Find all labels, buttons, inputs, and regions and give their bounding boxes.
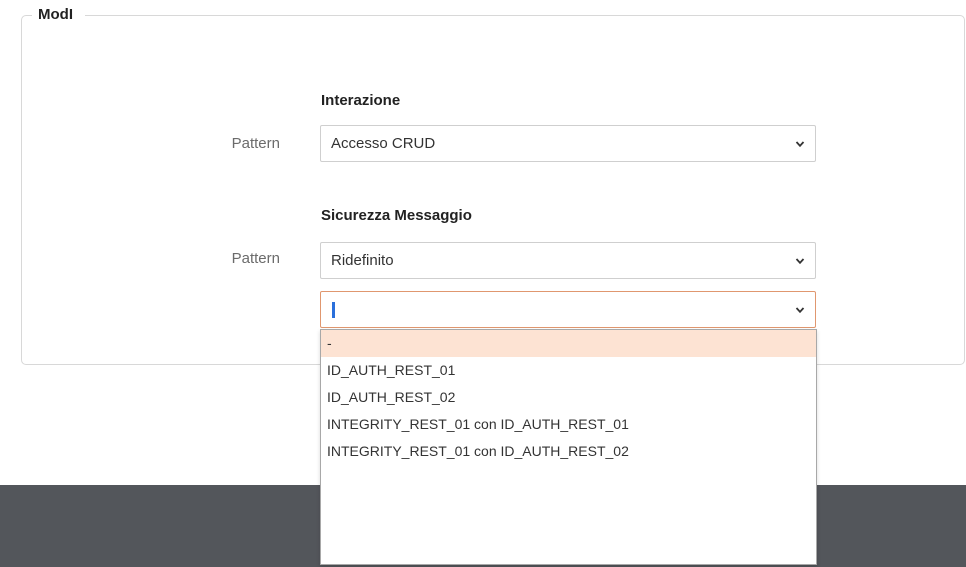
interazione-title: Interazione: [321, 92, 401, 109]
sicurezza-pattern-select[interactable]: Ridefinito: [320, 242, 816, 279]
chevron-down-icon: [795, 306, 805, 313]
chevron-down-icon: [795, 140, 805, 147]
sicurezza-pattern-value: Ridefinito: [331, 252, 394, 269]
dropdown-option[interactable]: -: [321, 330, 816, 357]
chevron-down-icon: [795, 257, 805, 264]
dropdown-option[interactable]: ID_AUTH_REST_01: [321, 357, 816, 384]
dropdown-option[interactable]: ID_AUTH_REST_02: [321, 384, 816, 411]
profile-dropdown-list[interactable]: - ID_AUTH_REST_01 ID_AUTH_REST_02 INTEGR…: [320, 329, 817, 565]
sicurezza-profile-select[interactable]: [320, 291, 816, 328]
interazione-pattern-label: Pattern: [231, 135, 280, 152]
fieldset-legend: ModI: [32, 6, 85, 23]
sicurezza-pattern-label: Pattern: [231, 250, 280, 267]
interazione-pattern-value: Accesso CRUD: [331, 135, 436, 152]
interazione-pattern-select[interactable]: Accesso CRUD: [320, 125, 816, 162]
sicurezza-title: Sicurezza Messaggio: [321, 207, 472, 224]
text-cursor: [332, 301, 335, 318]
dropdown-option[interactable]: INTEGRITY_REST_01 con ID_AUTH_REST_02: [321, 438, 816, 465]
dropdown-option[interactable]: INTEGRITY_REST_01 con ID_AUTH_REST_01: [321, 411, 816, 438]
